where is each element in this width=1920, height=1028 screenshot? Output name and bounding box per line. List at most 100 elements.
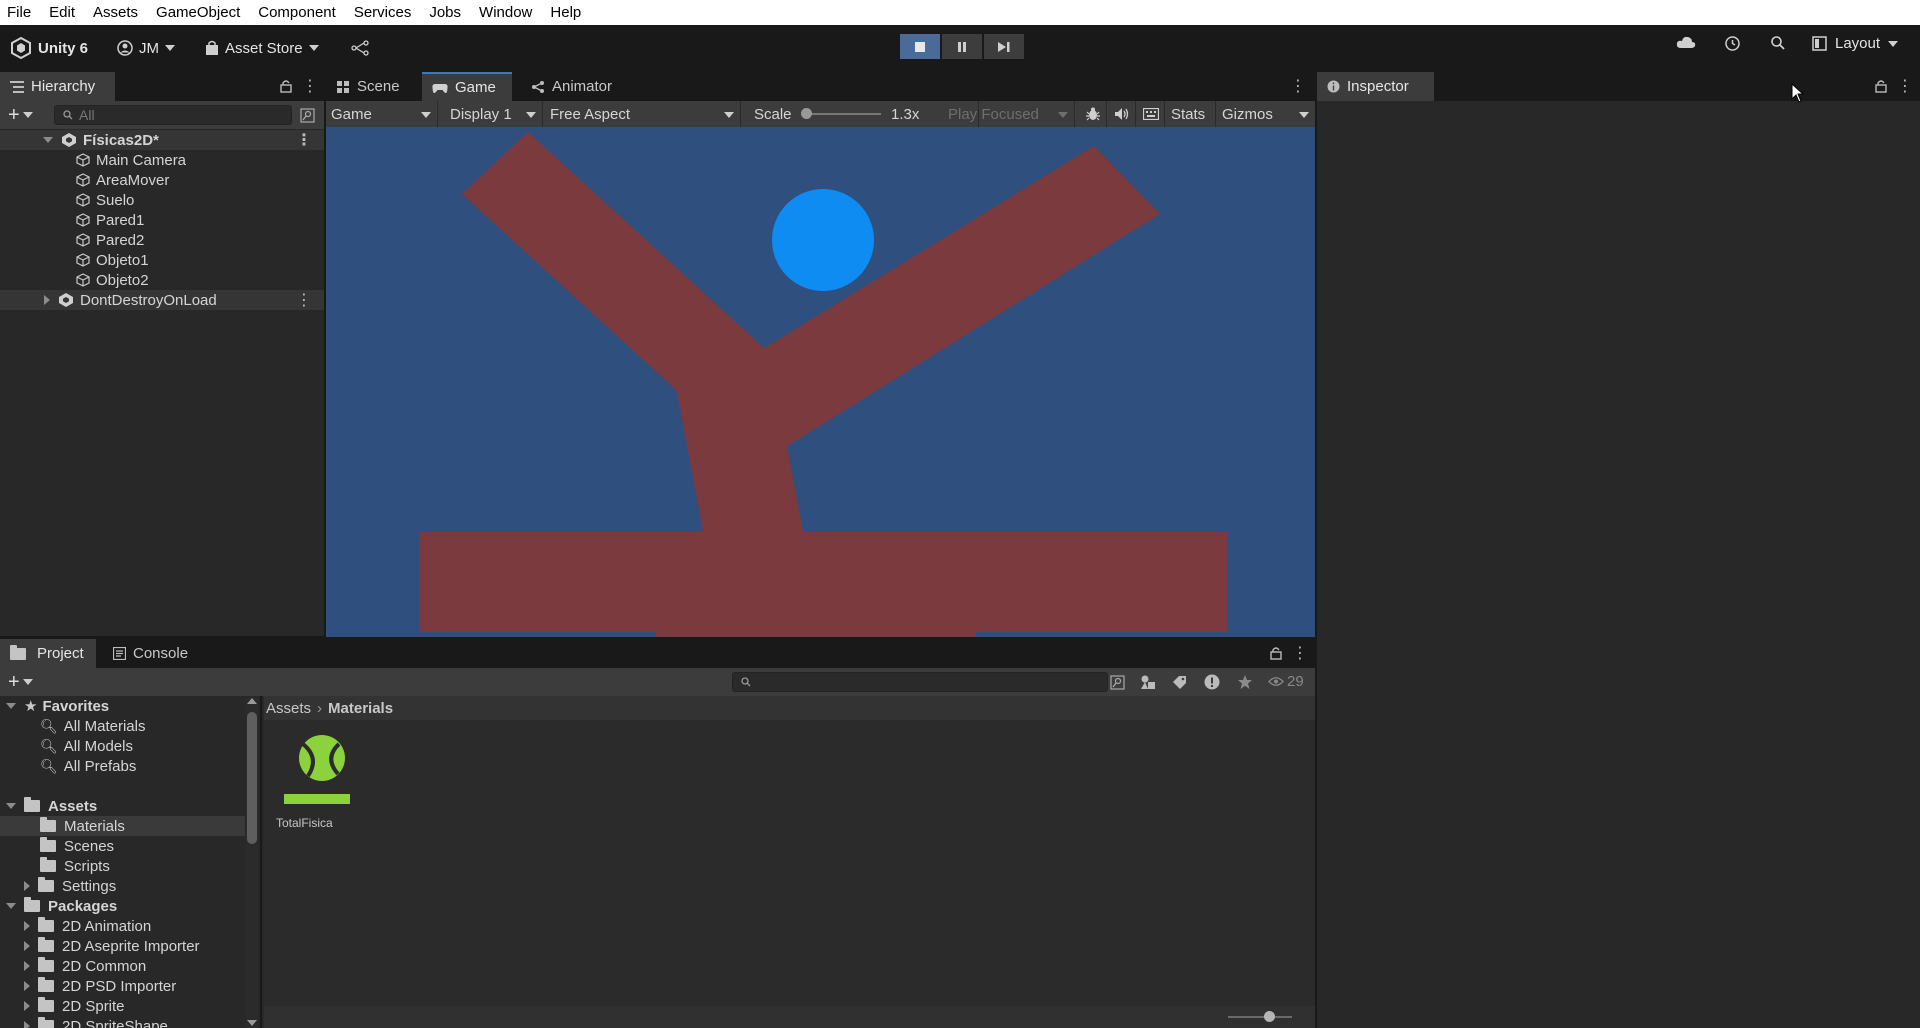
tab-animator[interactable]: Animator — [521, 72, 622, 101]
create-button[interactable]: + — [8, 105, 33, 125]
history-button[interactable] — [1724, 35, 1741, 52]
expand-arrow-icon[interactable] — [24, 881, 30, 891]
expand-arrow-icon[interactable] — [24, 921, 30, 931]
hierarchy-item[interactable]: Suelo — [0, 190, 324, 210]
folder-item-scenes[interactable]: Scenes — [0, 836, 245, 856]
game-canvas[interactable] — [326, 127, 1315, 637]
hierarchy-item[interactable]: Pared2 — [0, 230, 324, 250]
folder-item-scripts[interactable]: Scripts — [0, 856, 245, 876]
mute-audio-button[interactable] — [1108, 101, 1136, 127]
package-item[interactable]: 2D Sprite — [0, 996, 245, 1016]
play-focused-dropdown[interactable]: Play Focused — [943, 101, 1075, 127]
asset-store-dropdown[interactable]: Asset Store — [205, 34, 319, 62]
dont-destroy-row[interactable]: DontDestroyOnLoad ⋮ — [0, 290, 324, 310]
search-button[interactable] — [1770, 35, 1786, 51]
scroll-up-icon[interactable] — [247, 698, 257, 704]
expand-arrow-icon[interactable] — [24, 981, 30, 991]
menu-component[interactable]: Component — [249, 0, 345, 25]
assets-header[interactable]: Assets — [0, 796, 245, 816]
package-item[interactable]: 2D SpriteShape — [0, 1016, 245, 1028]
folder-tree-scrollbar[interactable] — [246, 698, 258, 1028]
lock-icon[interactable] — [280, 79, 292, 93]
expand-arrow-icon[interactable] — [24, 1021, 30, 1028]
menu-edit[interactable]: Edit — [40, 0, 84, 25]
lock-icon[interactable] — [1270, 646, 1282, 660]
menu-window[interactable]: Window — [470, 0, 541, 25]
folder-item-materials[interactable]: Materials — [0, 816, 245, 836]
search-filter-icon[interactable] — [300, 108, 315, 123]
expand-arrow-icon[interactable] — [24, 941, 30, 951]
package-item[interactable]: 2D Aseprite Importer — [0, 936, 245, 956]
favorite-item[interactable]: 🔍︎ All Prefabs — [0, 756, 245, 776]
cloud-button[interactable] — [1676, 35, 1696, 49]
scroll-down-icon[interactable] — [247, 1020, 257, 1026]
shortcuts-button[interactable] — [1137, 101, 1165, 127]
hierarchy-item[interactable]: AreaMover — [0, 170, 324, 190]
expand-arrow-icon[interactable] — [6, 903, 16, 909]
version-control-button[interactable] — [351, 34, 369, 62]
lock-icon[interactable] — [1875, 79, 1887, 93]
hierarchy-item[interactable]: Pared1 — [0, 210, 324, 230]
asset-item[interactable]: TotalFisica — [276, 734, 364, 834]
hierarchy-item[interactable]: Objeto2 — [0, 270, 324, 290]
package-item[interactable]: 2D PSD Importer — [0, 976, 245, 996]
expand-arrow-icon[interactable] — [24, 1001, 30, 1011]
stats-button[interactable]: Stats — [1166, 101, 1216, 127]
tab-project[interactable]: Project — [0, 639, 96, 668]
tab-console[interactable]: Console — [103, 639, 198, 668]
pause-button[interactable] — [942, 34, 982, 59]
unity-logo-button[interactable]: Unity 6 — [10, 34, 88, 62]
hierarchy-item[interactable]: Objeto1 — [0, 250, 324, 270]
breadcrumb-assets[interactable]: Assets — [266, 700, 311, 717]
scene-row[interactable]: Físicas2D* ⋮ — [0, 130, 324, 150]
expand-arrow-icon[interactable] — [24, 961, 30, 971]
create-asset-button[interactable]: + — [8, 672, 33, 692]
zoom-slider-handle[interactable] — [1264, 1011, 1275, 1022]
expand-arrow-icon[interactable] — [44, 295, 50, 305]
layout-dropdown[interactable]: Layout — [1812, 35, 1899, 52]
menu-services[interactable]: Services — [345, 0, 421, 25]
scale-slider-track[interactable] — [805, 113, 881, 115]
tab-inspector[interactable]: Inspector — [1317, 72, 1434, 101]
display-dropdown[interactable]: Display 1 — [445, 101, 543, 127]
package-item[interactable]: 2D Common — [0, 956, 245, 976]
tab-hierarchy[interactable]: Hierarchy — [0, 72, 115, 101]
more-options-icon[interactable]: ⋮ — [302, 76, 318, 96]
packages-header[interactable]: Packages — [0, 896, 245, 916]
tab-scene[interactable]: Scene — [326, 72, 410, 101]
menu-jobs[interactable]: Jobs — [420, 0, 470, 25]
hierarchy-search-input[interactable]: All — [54, 105, 292, 125]
more-options-icon[interactable]: ⋮ — [1290, 76, 1306, 96]
tab-game[interactable]: Game — [422, 72, 512, 101]
account-dropdown[interactable]: JM — [117, 34, 175, 62]
folder-item-settings[interactable]: Settings — [0, 876, 245, 896]
favorite-item[interactable]: 🔍︎ All Models — [0, 736, 245, 756]
menu-file[interactable]: File — [0, 0, 40, 25]
menu-help[interactable]: Help — [541, 0, 590, 25]
more-options-icon[interactable]: ⋮ — [296, 290, 312, 310]
scrollbar-thumb[interactable] — [247, 712, 257, 844]
bug-button[interactable] — [1079, 101, 1107, 127]
star-icon[interactable] — [1237, 674, 1253, 690]
play-stop-button[interactable] — [900, 34, 940, 59]
more-options-icon[interactable]: ⋮ — [296, 130, 312, 150]
package-item[interactable]: 2D Animation — [0, 916, 245, 936]
hidden-packages-toggle[interactable]: 29 — [1268, 673, 1304, 690]
aspect-dropdown[interactable]: Free Aspect — [545, 101, 741, 127]
menu-assets[interactable]: Assets — [84, 0, 147, 25]
more-options-icon[interactable]: ⋮ — [1897, 76, 1913, 96]
gizmos-dropdown[interactable]: Gizmos — [1217, 101, 1315, 127]
label-tag-icon[interactable] — [1172, 675, 1187, 690]
expand-arrow-icon[interactable] — [43, 137, 53, 143]
favorites-header[interactable]: ★ Favorites — [0, 696, 245, 716]
scale-slider-handle[interactable] — [801, 108, 812, 119]
step-button[interactable] — [984, 34, 1024, 59]
zoom-slider-track[interactable] — [1228, 1016, 1292, 1018]
expand-arrow-icon[interactable] — [6, 703, 16, 709]
menu-gameobject[interactable]: GameObject — [147, 0, 249, 25]
project-search-input[interactable] — [732, 672, 1108, 692]
filter-by-type-icon[interactable] — [1140, 674, 1156, 690]
expand-arrow-icon[interactable] — [6, 803, 16, 809]
warning-icon[interactable] — [1204, 674, 1220, 690]
hierarchy-item[interactable]: Main Camera — [0, 150, 324, 170]
